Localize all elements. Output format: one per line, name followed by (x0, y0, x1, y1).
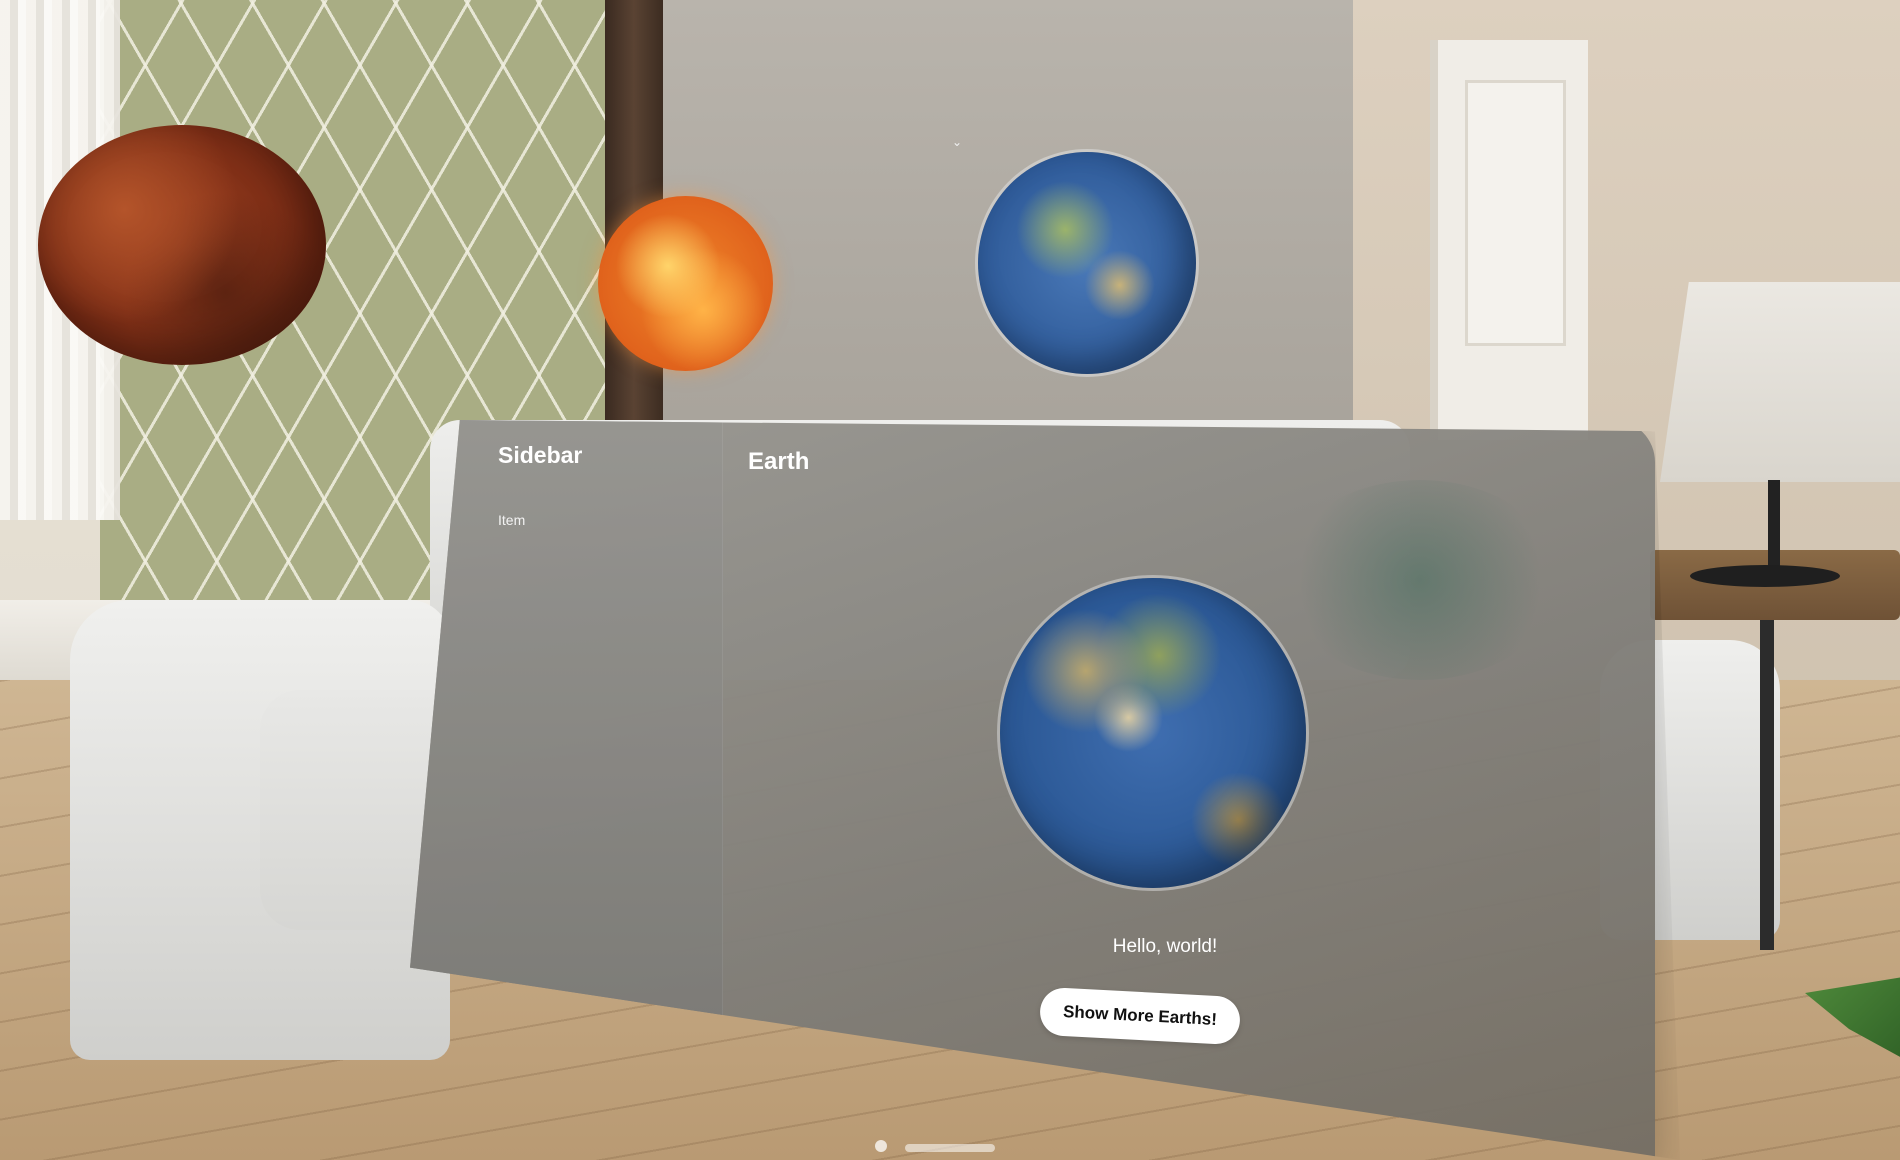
chevron-down-icon[interactable]: ⌄ (950, 135, 964, 149)
window-grabber-bar[interactable] (905, 1144, 995, 1152)
sidebar-item[interactable]: Item (488, 508, 535, 532)
window-close-dot[interactable] (875, 1140, 887, 1152)
mars-model[interactable] (38, 125, 326, 365)
door-panel (1465, 80, 1566, 346)
lamp-shade (1660, 282, 1900, 482)
side-table-leg (1760, 620, 1774, 950)
sidebar-title: Sidebar (498, 442, 583, 468)
earth-model-volume[interactable] (978, 152, 1196, 374)
sun-model[interactable] (598, 196, 773, 371)
show-more-earths-button[interactable]: Show More Earths! (1038, 986, 1242, 1046)
lamp-base (1690, 565, 1840, 587)
page-title: Earth (748, 448, 810, 475)
ambient-glow (1280, 480, 1560, 680)
visionos-scene: ⌄ Sidebar Item Earth Hello, world! Show … (0, 0, 1900, 1160)
lamp-stem (1768, 480, 1780, 570)
hello-text: Hello, world! (1112, 936, 1218, 957)
earth-model[interactable] (1000, 578, 1306, 888)
